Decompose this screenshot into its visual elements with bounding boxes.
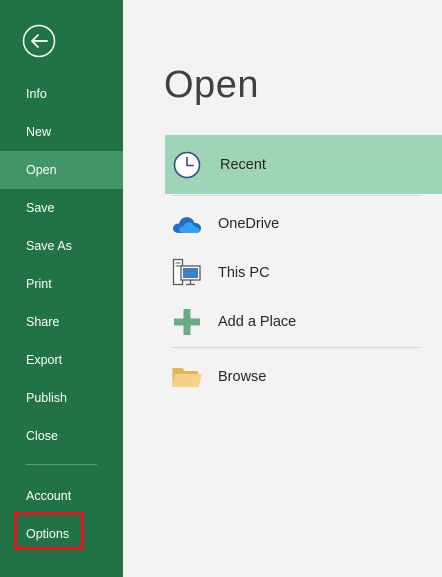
location-this-pc[interactable]: This PC: [165, 248, 442, 298]
clock-icon: [171, 149, 203, 181]
computer-icon: [171, 257, 203, 289]
nav-item-label: Share: [26, 315, 60, 329]
nav-item-label: Publish: [26, 391, 67, 405]
nav-item-label: Export: [26, 353, 63, 367]
nav-item-print[interactable]: Print: [0, 265, 123, 303]
nav-item-save[interactable]: Save: [0, 189, 123, 227]
nav-item-label: Close: [26, 429, 58, 443]
nav-item-save-as[interactable]: Save As: [0, 227, 123, 265]
location-label: This PC: [218, 265, 270, 281]
location-label: Browse: [218, 369, 267, 385]
nav-item-info[interactable]: Info: [0, 75, 123, 113]
nav-item-share[interactable]: Share: [0, 303, 123, 341]
nav-item-open[interactable]: Open: [0, 151, 123, 189]
separator: [172, 347, 421, 348]
location-browse[interactable]: Browse: [165, 352, 442, 402]
nav-item-label: Open: [26, 163, 57, 177]
nav-item-options[interactable]: Options: [0, 515, 123, 553]
nav-item-label: Save: [26, 201, 55, 215]
location-onedrive[interactable]: OneDrive: [165, 199, 442, 249]
location-label: Add a Place: [218, 314, 297, 330]
nav-item-export[interactable]: Export: [0, 341, 123, 379]
backstage-sidebar: Info New Open Save Save As Print Share E…: [0, 0, 123, 577]
nav-divider: [26, 464, 97, 465]
nav-item-label: Info: [26, 87, 47, 101]
plus-icon: [171, 306, 203, 338]
separator: [172, 195, 421, 196]
location-label: Recent: [220, 156, 266, 173]
nav-item-account[interactable]: Account: [0, 477, 123, 515]
nav-item-close[interactable]: Close: [0, 417, 123, 455]
back-arrow-icon: [22, 24, 56, 58]
nav-item-publish[interactable]: Publish: [0, 379, 123, 417]
nav-item-label: Account: [26, 489, 72, 503]
backstage-view: Info New Open Save Save As Print Share E…: [0, 0, 442, 577]
back-button[interactable]: [22, 24, 56, 58]
cloud-icon: [171, 208, 203, 240]
nav-item-label: Options: [26, 527, 70, 541]
location-add-a-place[interactable]: Add a Place: [165, 297, 442, 347]
nav-item-label: Save As: [26, 239, 72, 253]
nav-item-new[interactable]: New: [0, 113, 123, 151]
nav-item-label: Print: [26, 277, 52, 291]
nav-item-label: New: [26, 125, 52, 139]
location-label: OneDrive: [218, 216, 280, 232]
page-title: Open: [164, 64, 259, 106]
location-recent[interactable]: Recent: [165, 135, 442, 194]
folder-icon: [171, 361, 203, 393]
